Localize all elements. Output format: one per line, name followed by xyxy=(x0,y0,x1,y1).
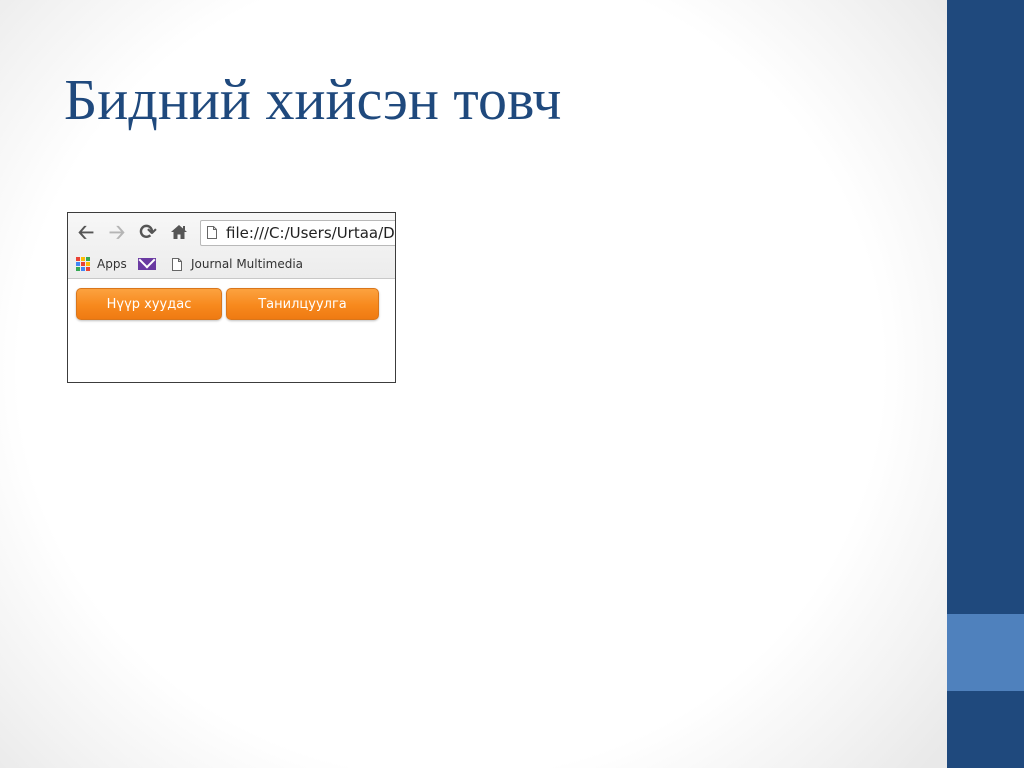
bookmark-mail[interactable] xyxy=(138,255,156,273)
bookmark-apps-label: Apps xyxy=(97,257,127,271)
browser-toolbar: 🡠 🡢 ⟳ file:///C:/Users/Urtaa/D Apps Jour… xyxy=(68,213,395,279)
page-icon xyxy=(207,226,217,239)
bookmark-journal-label: Journal Multimedia xyxy=(191,257,304,271)
address-text: file:///C:/Users/Urtaa/D xyxy=(226,224,395,242)
browser-screenshot: 🡠 🡢 ⟳ file:///C:/Users/Urtaa/D Apps Jour… xyxy=(67,212,396,383)
bookmarks-bar: Apps Journal Multimedia xyxy=(68,253,395,275)
bookmark-apps[interactable]: Apps xyxy=(76,255,127,273)
home-page-button[interactable]: Нүүр хуудас xyxy=(76,288,222,320)
address-bar[interactable]: file:///C:/Users/Urtaa/D xyxy=(200,220,395,246)
introduction-button[interactable]: Танилцуулга xyxy=(226,288,379,320)
reload-icon[interactable]: ⟳ xyxy=(136,220,160,244)
page-content: Нүүр хуудас Танилцуулга xyxy=(68,279,395,382)
side-decorative-accent xyxy=(947,614,1024,691)
bookmark-journal-multimedia[interactable]: Journal Multimedia xyxy=(172,255,303,273)
apps-grid-icon xyxy=(76,257,90,271)
mail-icon xyxy=(138,258,156,270)
home-icon[interactable] xyxy=(167,220,191,244)
back-arrow-icon[interactable]: 🡠 xyxy=(74,220,98,244)
slide-title: Бидний хийсэн товч xyxy=(64,67,562,132)
page-icon xyxy=(172,257,182,271)
forward-arrow-icon[interactable]: 🡢 xyxy=(105,220,129,244)
